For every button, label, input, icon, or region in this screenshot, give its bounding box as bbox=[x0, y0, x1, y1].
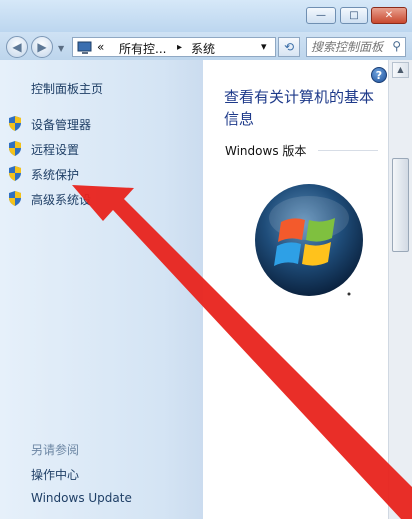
back-button[interactable]: ◀ bbox=[6, 36, 28, 58]
minimize-icon: — bbox=[316, 10, 326, 21]
uac-shield-icon bbox=[9, 166, 21, 181]
address-bar[interactable]: « 所有控... ▸ 系统 ▾ bbox=[72, 37, 276, 57]
task-pane: 控制面板主页 设备管理器 远程设置 系统保护 高级系统设 另请参阅 操作中心 W… bbox=[0, 60, 203, 519]
sidebar-item-system-protection[interactable]: 系统保护 bbox=[8, 165, 198, 183]
breadcrumb-separator-icon[interactable]: ▸ bbox=[177, 42, 182, 53]
sidebar-item-device-manager[interactable]: 设备管理器 bbox=[8, 115, 198, 133]
refresh-icon: ⟲ bbox=[283, 40, 295, 54]
navigation-bar: ◀ ▶ ▼ « 所有控... ▸ 系统 ▾ ⟲ ⚲ bbox=[0, 32, 412, 60]
address-dropdown-icon[interactable]: ▾ bbox=[261, 40, 267, 53]
title-bar: — □ ✕ bbox=[0, 0, 412, 32]
windows-edition-heading: Windows 版本 bbox=[225, 144, 307, 158]
refresh-button[interactable]: ⟲ bbox=[278, 37, 300, 57]
uac-shield-icon bbox=[9, 141, 21, 156]
breadcrumb-system[interactable]: 系统 bbox=[191, 40, 215, 57]
breadcrumb-overflow-icon[interactable]: « bbox=[97, 40, 104, 54]
recent-pages-dropdown-icon[interactable]: ▼ bbox=[58, 44, 64, 53]
search-box[interactable]: ⚲ bbox=[306, 37, 406, 57]
control-panel-home-link[interactable]: 控制面板主页 bbox=[31, 80, 103, 97]
scrollbar-thumb[interactable] bbox=[392, 158, 409, 252]
sidebar-item-label: 设备管理器 bbox=[31, 118, 92, 132]
uac-shield-icon bbox=[9, 191, 21, 206]
action-center-link[interactable]: 操作中心 bbox=[31, 466, 79, 483]
scroll-up-arrow-icon[interactable]: ▲ bbox=[392, 62, 409, 78]
sidebar-item-label: 高级系统设 bbox=[31, 193, 92, 207]
maximize-icon: □ bbox=[349, 10, 359, 21]
search-input[interactable] bbox=[311, 39, 385, 55]
forward-arrow-icon: ▶ bbox=[37, 40, 47, 54]
back-arrow-icon: ◀ bbox=[12, 40, 22, 54]
page-title: 查看有关计算机的基本信息 bbox=[224, 88, 375, 128]
sidebar-item-remote-settings[interactable]: 远程设置 bbox=[8, 140, 198, 158]
windows-update-link[interactable]: Windows Update bbox=[31, 491, 132, 505]
windows-logo-icon bbox=[255, 184, 363, 296]
help-button[interactable]: ? bbox=[371, 67, 387, 83]
search-icon: ⚲ bbox=[392, 39, 401, 53]
sidebar-item-advanced-system-settings[interactable]: 高级系统设 bbox=[8, 190, 198, 208]
minimize-button[interactable]: — bbox=[306, 7, 336, 24]
close-icon: ✕ bbox=[384, 10, 394, 21]
computer-icon bbox=[77, 41, 93, 58]
vertical-scrollbar[interactable]: ▲ bbox=[388, 60, 412, 519]
close-button[interactable]: ✕ bbox=[371, 7, 407, 24]
maximize-button[interactable]: □ bbox=[340, 7, 368, 24]
sidebar-item-label: 系统保护 bbox=[31, 168, 80, 182]
section-divider bbox=[318, 150, 378, 151]
see-also-heading: 另请参阅 bbox=[31, 443, 80, 457]
uac-shield-icon bbox=[9, 116, 21, 131]
forward-button[interactable]: ▶ bbox=[31, 36, 53, 58]
breadcrumb-all-control-panel[interactable]: 所有控... bbox=[119, 40, 166, 57]
sidebar-item-label: 远程设置 bbox=[31, 143, 80, 157]
